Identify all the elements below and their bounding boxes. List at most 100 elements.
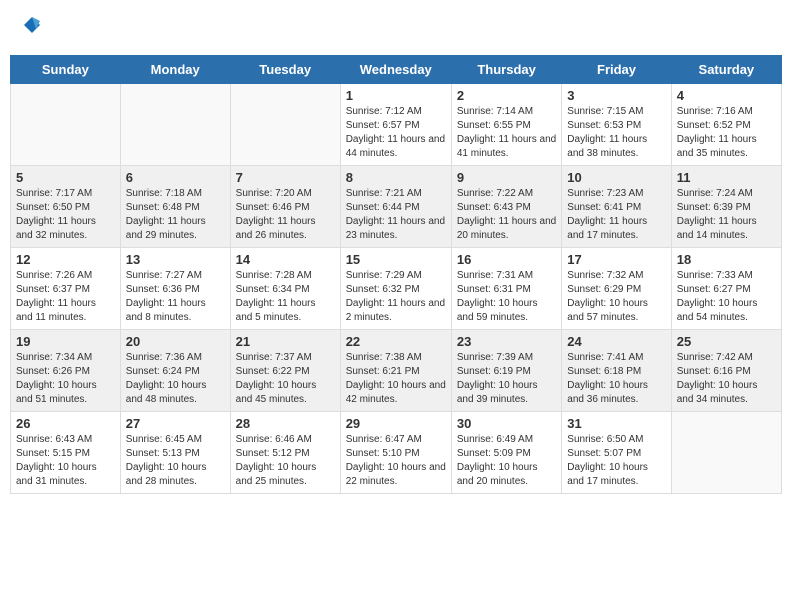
day-info: Sunrise: 7:42 AM Sunset: 6:16 PM Dayligh… <box>677 351 776 407</box>
day-info: Sunrise: 7:37 AM Sunset: 6:22 PM Dayligh… <box>236 351 335 407</box>
day-info: Sunrise: 7:24 AM Sunset: 6:39 PM Dayligh… <box>677 187 776 243</box>
day-info: Sunrise: 7:17 AM Sunset: 6:50 PM Dayligh… <box>16 187 115 243</box>
day-info: Sunrise: 7:27 AM Sunset: 6:36 PM Dayligh… <box>126 269 225 325</box>
day-number: 25 <box>677 334 776 349</box>
day-number: 15 <box>346 252 446 267</box>
calendar-cell: 20 Sunrise: 7:36 AM Sunset: 6:24 PM Dayli… <box>120 330 230 412</box>
day-info: Sunrise: 7:31 AM Sunset: 6:31 PM Dayligh… <box>457 269 556 325</box>
day-number: 22 <box>346 334 446 349</box>
day-info: Sunrise: 7:29 AM Sunset: 6:32 PM Dayligh… <box>346 269 446 325</box>
day-info: Sunrise: 6:47 AM Sunset: 5:10 PM Dayligh… <box>346 433 446 489</box>
column-header-thursday: Thursday <box>451 56 561 84</box>
day-number: 26 <box>16 416 115 431</box>
calendar-cell <box>120 84 230 166</box>
day-info: Sunrise: 7:39 AM Sunset: 6:19 PM Dayligh… <box>457 351 556 407</box>
calendar-cell: 18 Sunrise: 7:33 AM Sunset: 6:27 PM Dayli… <box>671 248 781 330</box>
day-info: Sunrise: 7:16 AM Sunset: 6:52 PM Dayligh… <box>677 105 776 161</box>
calendar-cell: 22 Sunrise: 7:38 AM Sunset: 6:21 PM Dayli… <box>340 330 451 412</box>
page-header <box>10 10 782 45</box>
day-info: Sunrise: 7:12 AM Sunset: 6:57 PM Dayligh… <box>346 105 446 161</box>
logo-icon <box>22 15 42 35</box>
day-number: 18 <box>677 252 776 267</box>
calendar-week-row: 5 Sunrise: 7:17 AM Sunset: 6:50 PM Daylig… <box>11 166 782 248</box>
calendar-cell: 11 Sunrise: 7:24 AM Sunset: 6:39 PM Dayli… <box>671 166 781 248</box>
day-info: Sunrise: 7:20 AM Sunset: 6:46 PM Dayligh… <box>236 187 335 243</box>
day-number: 2 <box>457 88 556 103</box>
column-header-wednesday: Wednesday <box>340 56 451 84</box>
day-number: 27 <box>126 416 225 431</box>
day-info: Sunrise: 7:34 AM Sunset: 6:26 PM Dayligh… <box>16 351 115 407</box>
day-info: Sunrise: 7:36 AM Sunset: 6:24 PM Dayligh… <box>126 351 225 407</box>
calendar-cell: 23Sunrise: 7:39 AM Sunset: 6:19 PM Dayli… <box>451 330 561 412</box>
day-info: Sunrise: 6:46 AM Sunset: 5:12 PM Dayligh… <box>236 433 335 489</box>
day-info: Sunrise: 7:26 AM Sunset: 6:37 PM Dayligh… <box>16 269 115 325</box>
day-number: 3 <box>567 88 665 103</box>
day-number: 4 <box>677 88 776 103</box>
calendar-cell: 5 Sunrise: 7:17 AM Sunset: 6:50 PM Daylig… <box>11 166 121 248</box>
day-number: 14 <box>236 252 335 267</box>
day-info: Sunrise: 7:15 AM Sunset: 6:53 PM Dayligh… <box>567 105 665 161</box>
calendar-cell: 13 Sunrise: 7:27 AM Sunset: 6:36 PM Dayli… <box>120 248 230 330</box>
day-info: Sunrise: 7:38 AM Sunset: 6:21 PM Dayligh… <box>346 351 446 407</box>
calendar-week-row: 19 Sunrise: 7:34 AM Sunset: 6:26 PM Dayli… <box>11 330 782 412</box>
calendar-cell <box>230 84 340 166</box>
calendar-week-row: 26 Sunrise: 6:43 AM Sunset: 5:15 PM Dayli… <box>11 412 782 494</box>
calendar-cell: 9Sunrise: 7:22 AM Sunset: 6:43 PM Daylig… <box>451 166 561 248</box>
day-info: Sunrise: 6:50 AM Sunset: 5:07 PM Dayligh… <box>567 433 665 489</box>
day-number: 30 <box>457 416 556 431</box>
calendar-cell: 8 Sunrise: 7:21 AM Sunset: 6:44 PM Daylig… <box>340 166 451 248</box>
calendar-cell: 12 Sunrise: 7:26 AM Sunset: 6:37 PM Dayli… <box>11 248 121 330</box>
calendar-cell: 24Sunrise: 7:41 AM Sunset: 6:18 PM Dayli… <box>562 330 671 412</box>
column-header-saturday: Saturday <box>671 56 781 84</box>
logo <box>20 15 42 40</box>
day-number: 12 <box>16 252 115 267</box>
calendar-cell: 30 Sunrise: 6:49 AM Sunset: 5:09 PM Dayli… <box>451 412 561 494</box>
calendar-cell: 2 Sunrise: 7:14 AM Sunset: 6:55 PM Daylig… <box>451 84 561 166</box>
calendar-cell: 7 Sunrise: 7:20 AM Sunset: 6:46 PM Daylig… <box>230 166 340 248</box>
day-info: Sunrise: 7:41 AM Sunset: 6:18 PM Dayligh… <box>567 351 665 407</box>
day-number: 19 <box>16 334 115 349</box>
day-info: Sunrise: 7:21 AM Sunset: 6:44 PM Dayligh… <box>346 187 446 243</box>
day-number: 5 <box>16 170 115 185</box>
calendar-cell <box>11 84 121 166</box>
calendar-cell: 28Sunrise: 6:46 AM Sunset: 5:12 PM Dayli… <box>230 412 340 494</box>
calendar-cell: 26 Sunrise: 6:43 AM Sunset: 5:15 PM Dayli… <box>11 412 121 494</box>
day-info: Sunrise: 6:49 AM Sunset: 5:09 PM Dayligh… <box>457 433 556 489</box>
day-number: 8 <box>346 170 446 185</box>
calendar-cell: 6 Sunrise: 7:18 AM Sunset: 6:48 PM Daylig… <box>120 166 230 248</box>
calendar-cell: 27 Sunrise: 6:45 AM Sunset: 5:13 PM Dayli… <box>120 412 230 494</box>
day-number: 6 <box>126 170 225 185</box>
day-number: 7 <box>236 170 335 185</box>
calendar-cell: 10 Sunrise: 7:23 AM Sunset: 6:41 PM Dayli… <box>562 166 671 248</box>
day-number: 29 <box>346 416 446 431</box>
calendar-cell: 25 Sunrise: 7:42 AM Sunset: 6:16 PM Dayli… <box>671 330 781 412</box>
calendar-cell: 31Sunrise: 6:50 AM Sunset: 5:07 PM Dayli… <box>562 412 671 494</box>
day-info: Sunrise: 7:18 AM Sunset: 6:48 PM Dayligh… <box>126 187 225 243</box>
calendar-cell: 21 Sunrise: 7:37 AM Sunset: 6:22 PM Dayli… <box>230 330 340 412</box>
column-header-tuesday: Tuesday <box>230 56 340 84</box>
calendar-cell: 15 Sunrise: 7:29 AM Sunset: 6:32 PM Dayli… <box>340 248 451 330</box>
day-info: Sunrise: 6:45 AM Sunset: 5:13 PM Dayligh… <box>126 433 225 489</box>
calendar-week-row: 1 Sunrise: 7:12 AM Sunset: 6:57 PM Daylig… <box>11 84 782 166</box>
day-info: Sunrise: 6:43 AM Sunset: 5:15 PM Dayligh… <box>16 433 115 489</box>
day-number: 13 <box>126 252 225 267</box>
calendar-cell: 16Sunrise: 7:31 AM Sunset: 6:31 PM Dayli… <box>451 248 561 330</box>
day-info: Sunrise: 7:22 AM Sunset: 6:43 PM Dayligh… <box>457 187 556 243</box>
calendar-cell: 14Sunrise: 7:28 AM Sunset: 6:34 PM Dayli… <box>230 248 340 330</box>
day-number: 17 <box>567 252 665 267</box>
calendar-week-row: 12 Sunrise: 7:26 AM Sunset: 6:37 PM Dayli… <box>11 248 782 330</box>
column-header-monday: Monday <box>120 56 230 84</box>
day-number: 11 <box>677 170 776 185</box>
day-info: Sunrise: 7:14 AM Sunset: 6:55 PM Dayligh… <box>457 105 556 161</box>
day-number: 20 <box>126 334 225 349</box>
calendar-cell: 3 Sunrise: 7:15 AM Sunset: 6:53 PM Daylig… <box>562 84 671 166</box>
day-info: Sunrise: 7:33 AM Sunset: 6:27 PM Dayligh… <box>677 269 776 325</box>
calendar-table: SundayMondayTuesdayWednesdayThursdayFrid… <box>10 55 782 494</box>
calendar-header-row: SundayMondayTuesdayWednesdayThursdayFrid… <box>11 56 782 84</box>
calendar-cell: 1 Sunrise: 7:12 AM Sunset: 6:57 PM Daylig… <box>340 84 451 166</box>
day-number: 1 <box>346 88 446 103</box>
day-info: Sunrise: 7:23 AM Sunset: 6:41 PM Dayligh… <box>567 187 665 243</box>
day-number: 21 <box>236 334 335 349</box>
day-number: 10 <box>567 170 665 185</box>
calendar-cell: 17Sunrise: 7:32 AM Sunset: 6:29 PM Dayli… <box>562 248 671 330</box>
